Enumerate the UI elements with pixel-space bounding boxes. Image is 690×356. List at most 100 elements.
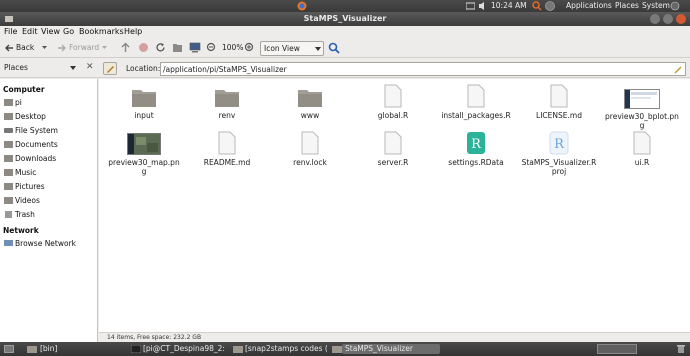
file-item[interactable]: www <box>272 86 348 120</box>
forward-dropdown-icon[interactable] <box>102 45 107 50</box>
file-item[interactable]: LICENSE.md <box>521 84 597 120</box>
close-button[interactable] <box>676 14 686 24</box>
file-item[interactable]: install_packages.R <box>438 84 514 120</box>
volume-icon[interactable] <box>478 1 487 11</box>
file-item[interactable]: preview30_bplot.png <box>604 89 680 130</box>
minimize-button[interactable] <box>650 14 660 24</box>
stop-icon[interactable] <box>138 42 149 53</box>
menu-help[interactable]: Help <box>124 27 142 36</box>
window-menu-icon[interactable] <box>4 14 14 24</box>
folder-icon <box>298 90 322 107</box>
clock[interactable]: 10:24 AM <box>491 1 527 10</box>
back-arrow-icon[interactable] <box>4 43 14 53</box>
sidebar-mode-chevron-icon[interactable] <box>70 66 76 70</box>
system-menu[interactable]: System <box>642 1 670 10</box>
forward-button[interactable]: Forward <box>69 41 99 55</box>
taskbar-item-bin[interactable]: [bin] <box>40 344 120 354</box>
file-item[interactable]: README.md <box>189 131 265 167</box>
chevron-down-icon <box>315 47 321 51</box>
zoom-level: 100% <box>222 43 244 52</box>
sidebar-item-pictures[interactable]: Pictures <box>4 181 45 193</box>
file-name: settings.RData <box>448 158 504 167</box>
folder-icon <box>132 90 156 107</box>
file-item[interactable]: R settings.RData <box>438 131 514 167</box>
location-label: Location: <box>126 64 161 73</box>
applications-icon[interactable] <box>545 1 555 11</box>
computer-icon[interactable] <box>189 42 201 53</box>
file-name: install_packages.R <box>441 111 511 120</box>
search-icon[interactable] <box>532 1 542 11</box>
menu-edit[interactable]: Edit <box>22 27 38 36</box>
svg-text:R: R <box>554 137 565 152</box>
file-item[interactable]: input <box>106 86 182 120</box>
sidebar-item-pi[interactable]: pi <box>4 97 22 109</box>
sidebar-item-trash[interactable]: Trash <box>4 209 35 221</box>
search-icon[interactable] <box>328 42 340 54</box>
taskbar: [bin] [pi@CT_Despina98_2: ... [snap2stam… <box>0 342 690 356</box>
sidebar: Computer pi Desktop File System Document… <box>0 79 98 342</box>
file-item[interactable]: renv <box>189 86 265 120</box>
menu-bookmarks[interactable]: Bookmarks <box>79 27 124 36</box>
file-item[interactable]: R StaMPS_Visualizer.Rproj <box>521 131 597 176</box>
home-folder-icon[interactable] <box>172 42 183 53</box>
maximize-button[interactable] <box>663 14 673 24</box>
sidebar-item-documents[interactable]: Documents <box>4 139 58 151</box>
taskbar-item-snap2stamps[interactable]: [snap2stamps codes (... <box>245 344 327 354</box>
sidebar-item-browse-network[interactable]: Browse Network <box>4 238 76 250</box>
rproj-icon: R <box>549 131 569 155</box>
folder-icon <box>233 346 243 353</box>
zoom-in-icon[interactable] <box>244 42 255 53</box>
sidebar-header-computer: Computer <box>3 85 45 94</box>
sidebar-item-desktop[interactable]: Desktop <box>4 111 46 123</box>
file-item[interactable]: renv.lock <box>272 131 348 167</box>
sidebar-item-videos[interactable]: Videos <box>4 195 40 207</box>
folder-icon <box>215 90 239 107</box>
file-item[interactable]: ui.R <box>604 131 680 167</box>
network-icon[interactable] <box>466 2 475 10</box>
sidebar-item-downloads[interactable]: Downloads <box>4 153 56 165</box>
workspace-switcher[interactable] <box>597 344 637 354</box>
file-item[interactable]: global.R <box>355 84 431 120</box>
show-desktop-icon[interactable] <box>4 345 14 353</box>
taskbar-item-stamps-visualizer[interactable]: StaMPS_Visualizer <box>342 344 440 354</box>
clear-location-icon[interactable] <box>674 65 683 74</box>
close-sidebar-icon[interactable]: ✕ <box>86 62 94 72</box>
desktop-icon <box>4 113 13 120</box>
zoom-out-icon[interactable] <box>206 42 217 53</box>
applications-menu[interactable]: Applications <box>566 1 612 10</box>
folder-icon <box>332 346 342 353</box>
text-file-icon <box>467 84 485 108</box>
file-item[interactable]: server.R <box>355 131 431 167</box>
back-button[interactable]: Back <box>16 41 34 55</box>
file-name: server.R <box>377 158 409 167</box>
menu-go[interactable]: Go <box>63 27 74 36</box>
forward-arrow-icon[interactable] <box>57 43 67 53</box>
file-view[interactable]: input renv www global.R install_packages… <box>99 79 690 332</box>
file-item[interactable]: preview30_map.png <box>106 133 182 176</box>
places-menu[interactable]: Places <box>615 1 639 10</box>
menu-file[interactable]: File <box>4 27 17 36</box>
reload-icon[interactable] <box>155 42 166 53</box>
trash-icon[interactable] <box>676 344 686 354</box>
back-dropdown-icon[interactable] <box>42 45 47 50</box>
view-mode-select[interactable]: Icon View <box>260 41 324 56</box>
sidebar-mode-label[interactable]: Places <box>4 63 28 72</box>
taskbar-item-terminal[interactable]: [pi@CT_Despina98_2: ... <box>143 344 228 354</box>
firefox-icon[interactable] <box>297 1 307 11</box>
location-input[interactable]: /application/pi/StaMPS_Visualizer <box>160 62 686 76</box>
toggle-location-button[interactable] <box>103 62 117 75</box>
menu-view[interactable]: View <box>41 27 60 36</box>
up-arrow-icon[interactable] <box>120 42 131 53</box>
file-name: README.md <box>203 158 251 167</box>
map-thumbnail-icon <box>127 133 161 155</box>
file-name: renv <box>218 111 236 120</box>
view-mode-value: Icon View <box>264 44 300 53</box>
window-title-bar[interactable]: StaMPS_Visualizer <box>0 12 690 26</box>
sidebar-item-music[interactable]: Music <box>4 167 36 179</box>
text-file-icon <box>301 131 319 155</box>
top-panel: 10:24 AM Applications Places System <box>0 0 690 12</box>
sidebar-item-file-system[interactable]: File System <box>4 125 58 137</box>
sidebar-header-network: Network <box>3 226 39 235</box>
rdata-icon: R <box>467 132 485 154</box>
power-icon[interactable] <box>670 1 680 11</box>
